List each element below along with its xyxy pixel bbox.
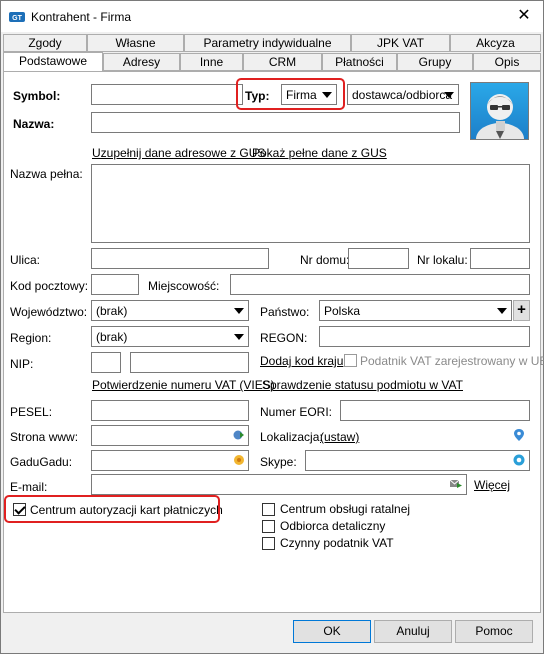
regon-input[interactable]: [319, 326, 530, 347]
lokalizacja-label: Lokalizacja:: [260, 430, 323, 444]
czynny-podatnik-checkbox[interactable]: [262, 537, 275, 550]
pomoc-button[interactable]: Pomoc: [455, 620, 533, 643]
miejscowosc-label: Miejscowość:: [148, 279, 220, 293]
strona-www-input[interactable]: [91, 425, 249, 446]
pesel-label: PESEL:: [10, 405, 53, 419]
nr-lokalu-label: Nr lokalu:: [417, 253, 468, 267]
tab-platnosci[interactable]: Płatności: [322, 53, 397, 71]
open-link-icon[interactable]: [233, 429, 245, 441]
gadugadu-label: GaduGadu:: [10, 455, 73, 469]
role-select-value: dostawca/odbiorca: [352, 88, 453, 102]
ulica-label: Ulica:: [10, 253, 41, 267]
tab-wlasne[interactable]: Własne: [87, 34, 184, 52]
tab-adresy[interactable]: Adresy: [103, 53, 180, 71]
skype-icon[interactable]: [513, 454, 525, 466]
send-email-icon[interactable]: [449, 478, 462, 490]
region-select[interactable]: (brak): [91, 326, 249, 347]
symbol-label: Symbol:: [13, 89, 61, 103]
vat-ue-checkbox[interactable]: [344, 354, 357, 367]
anuluj-button[interactable]: Anuluj: [374, 620, 452, 643]
nazwa-pelna-label: Nazwa pełna:: [10, 167, 83, 181]
app-logo-icon: GT: [9, 10, 25, 24]
ok-button[interactable]: OK: [293, 620, 371, 643]
email-input[interactable]: [91, 474, 467, 495]
miejscowosc-input[interactable]: [230, 274, 530, 295]
nip-prefix-input[interactable]: [91, 352, 121, 373]
gus-fill-link[interactable]: Uzupełnij dane adresowe z GUS: [92, 146, 265, 160]
chevron-down-icon: [234, 334, 244, 340]
highlight-centrum-autoryzacji: [4, 495, 220, 523]
vat-ue-label: Podatnik VAT zarejestrowany w UE: [360, 354, 544, 368]
window-title: Kontrahent - Firma: [31, 10, 132, 24]
ustaw-link[interactable]: (ustaw): [320, 430, 359, 444]
tab-crm[interactable]: CRM: [243, 53, 322, 71]
add-country-button[interactable]: +: [513, 300, 530, 321]
region-select-value: (brak): [96, 330, 128, 344]
tab-zgody[interactable]: Zgody: [3, 34, 87, 52]
skype-input[interactable]: [305, 450, 530, 471]
nr-lokalu-input[interactable]: [470, 248, 530, 269]
nr-domu-input[interactable]: [348, 248, 409, 269]
tab-podstawowe[interactable]: Podstawowe: [3, 52, 103, 72]
wiecej-link[interactable]: Więcej: [474, 478, 510, 492]
regon-label: REGON:: [260, 331, 308, 345]
nazwa-label: Nazwa:: [13, 117, 55, 131]
svg-text:GT: GT: [12, 15, 22, 22]
tab-grupy[interactable]: Grupy: [397, 53, 473, 71]
dodaj-kod-kraju-link[interactable]: Dodaj kod kraju: [260, 354, 343, 368]
nazwa-pelna-textarea[interactable]: [91, 164, 530, 243]
kontrahent-window: GT Kontrahent - Firma ✕ Zgody Własne Par…: [0, 0, 544, 654]
region-label: Region:: [10, 331, 52, 345]
wojewodztwo-select[interactable]: (brak): [91, 300, 249, 321]
nr-domu-label: Nr domu:: [300, 253, 350, 267]
avatar[interactable]: [470, 82, 529, 140]
nazwa-input[interactable]: [91, 112, 460, 133]
wojewodztwo-label: Województwo:: [10, 305, 88, 319]
close-icon[interactable]: ✕: [513, 5, 535, 27]
panstwo-label: Państwo:: [260, 305, 310, 319]
tab-opis[interactable]: Opis: [473, 53, 541, 71]
email-label: E-mail:: [10, 480, 48, 494]
role-select[interactable]: dostawca/odbiorca: [347, 84, 459, 105]
tab-akcyza[interactable]: Akcyza: [450, 34, 541, 52]
panstwo-select[interactable]: Polska: [319, 300, 512, 321]
nip-input[interactable]: [130, 352, 249, 373]
strona-www-label: Strona www:: [10, 430, 79, 444]
tab-inne[interactable]: Inne: [180, 53, 243, 71]
chevron-down-icon: [234, 308, 244, 314]
odbiorca-detaliczny-checkbox[interactable]: [262, 520, 275, 533]
odbiorca-detaliczny-label: Odbiorca detaliczny: [280, 519, 386, 533]
nip-label: NIP:: [10, 357, 34, 371]
chevron-down-icon: [497, 308, 507, 314]
czynny-podatnik-label: Czynny podatnik VAT: [280, 536, 394, 550]
centrum-ratalne-label: Centrum obsługi ratalnej: [280, 502, 411, 516]
eori-input[interactable]: [340, 400, 530, 421]
panstwo-select-value: Polska: [324, 304, 361, 318]
wojewodztwo-select-value: (brak): [96, 304, 128, 318]
gus-show-link[interactable]: Pokaż pełne dane z GUS: [252, 146, 387, 160]
title-bar: GT Kontrahent - Firma ✕: [1, 1, 543, 32]
highlight-typ: [236, 78, 345, 110]
tab-jpk-vat[interactable]: JPK VAT: [351, 34, 450, 52]
map-pin-icon[interactable]: [513, 429, 525, 441]
gadugadu-input[interactable]: [91, 450, 249, 471]
chevron-down-icon: [444, 92, 454, 98]
centrum-ratalne-checkbox[interactable]: [262, 503, 275, 516]
gadugadu-icon[interactable]: [233, 454, 245, 466]
ulica-input[interactable]: [91, 248, 269, 269]
pesel-input[interactable]: [91, 400, 249, 421]
symbol-input[interactable]: [91, 84, 243, 105]
vies-link[interactable]: Potwierdzenie numeru VAT (VIES): [92, 378, 275, 392]
eori-label: Numer EORI:: [260, 405, 333, 419]
tab-parametry-indywidualne[interactable]: Parametry indywidualne: [184, 34, 351, 52]
kod-pocztowy-label: Kod pocztowy:: [10, 279, 89, 293]
skype-label: Skype:: [260, 455, 297, 469]
kod-pocztowy-input[interactable]: [91, 274, 139, 295]
status-vat-link[interactable]: Sprawdzenie statusu podmiotu w VAT: [262, 378, 463, 392]
